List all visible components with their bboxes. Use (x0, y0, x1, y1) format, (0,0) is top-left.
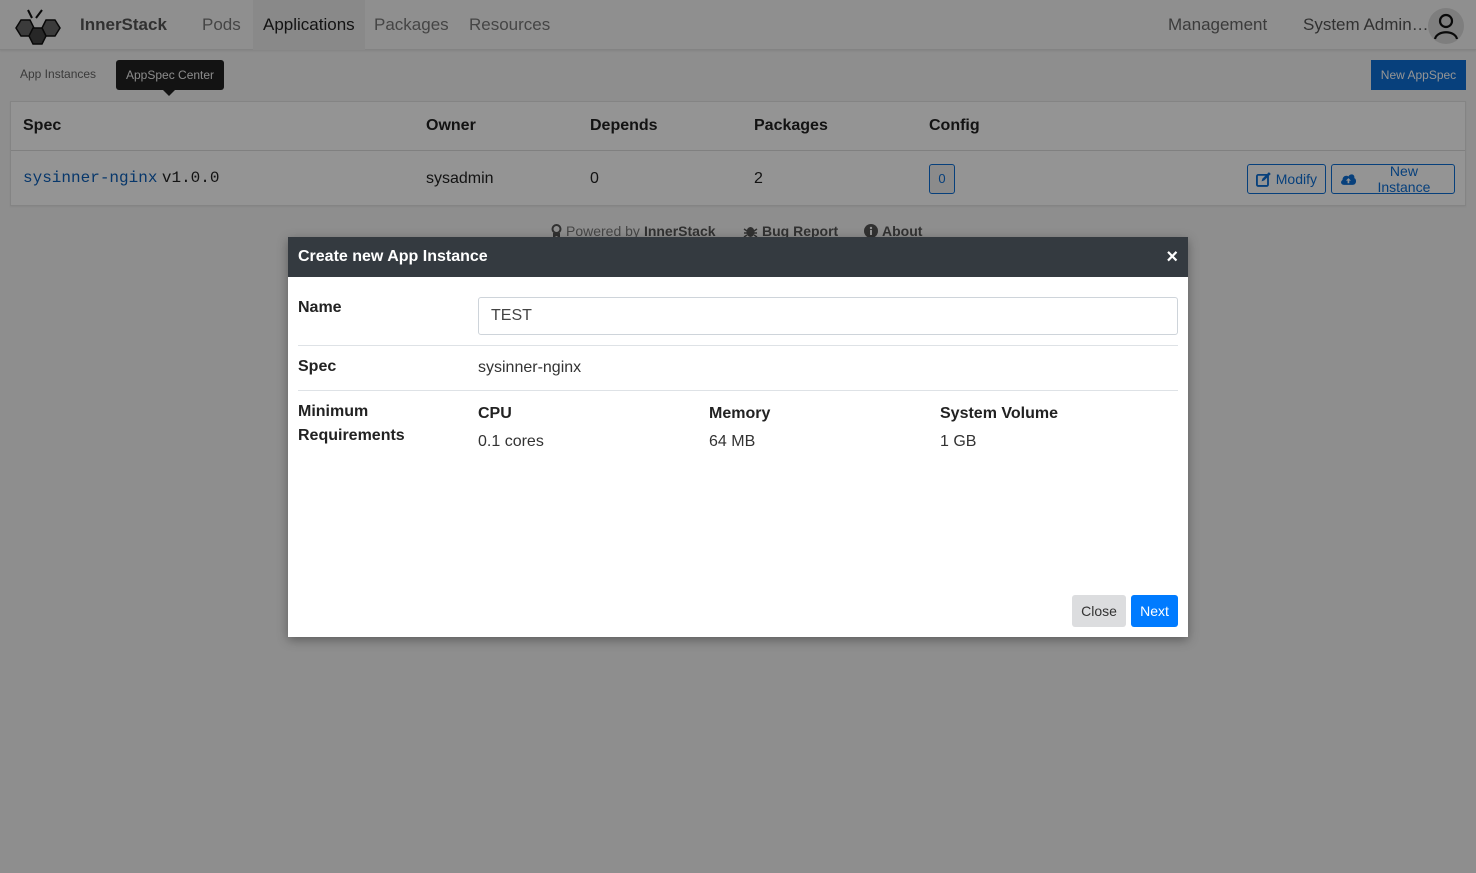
spec-value: sysinner-nginx (478, 359, 582, 376)
cpu-value: 0.1 cores (478, 433, 544, 450)
system-volume-label: System Volume (940, 405, 1058, 422)
divider (298, 345, 1178, 346)
memory-value: 64 MB (709, 433, 756, 450)
divider (298, 390, 1178, 391)
modal-header: Create new App Instance × (288, 237, 1188, 277)
modal-title: Create new App Instance (298, 248, 488, 265)
next-button[interactable]: Next (1131, 595, 1178, 627)
memory-label: Memory (709, 405, 771, 422)
close-button[interactable]: Close (1072, 595, 1126, 627)
name-input[interactable] (478, 297, 1178, 335)
name-label: Name (298, 299, 342, 316)
spec-label: Spec (298, 358, 337, 375)
create-app-instance-modal: Create new App Instance × Name Spec sysi… (288, 237, 1188, 637)
min-requirements-label: Minimum Requirements (298, 403, 405, 444)
cpu-label: CPU (478, 405, 512, 422)
system-volume-value: 1 GB (940, 433, 977, 450)
close-icon[interactable]: × (1166, 247, 1178, 267)
